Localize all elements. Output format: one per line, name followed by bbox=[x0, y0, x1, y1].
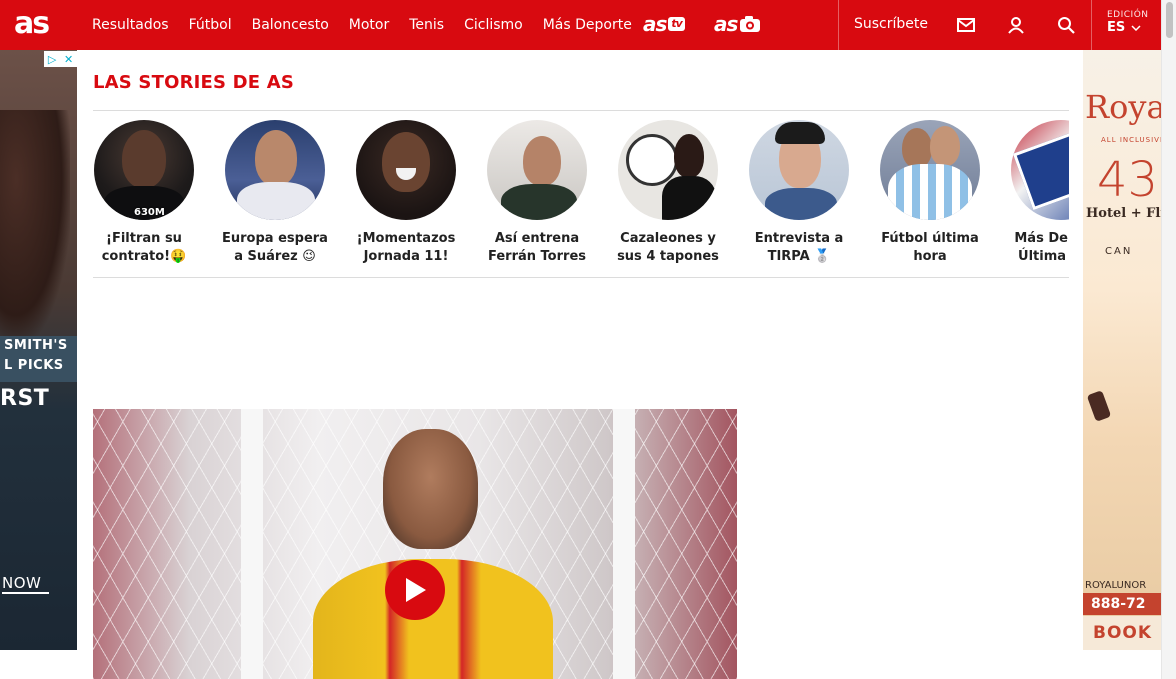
goal-post bbox=[241, 409, 263, 679]
stories-divider-top bbox=[93, 110, 1069, 111]
edition-selector[interactable]: EDICIÓN ES bbox=[1107, 10, 1149, 35]
ad-right-price: 43 bbox=[1097, 152, 1159, 208]
story-avatar bbox=[618, 120, 718, 220]
story-avatar bbox=[487, 120, 587, 220]
as-tv-badge: tv bbox=[668, 17, 685, 31]
story-caption: Cazaleones y sus 4 tapones bbox=[617, 231, 719, 264]
story-item[interactable]: Entrevista a TIRPA 🥈 bbox=[739, 120, 859, 266]
top-header: as Resultados Fútbol Baloncesto Motor Te… bbox=[0, 0, 1161, 50]
ad-right-url: ROYALUNOR bbox=[1085, 580, 1147, 591]
story-item[interactable]: Cazaleones y sus 4 tapones bbox=[608, 120, 728, 266]
story-caption: Entrevista a TIRPA 🥈 bbox=[754, 231, 844, 264]
story-item[interactable]: Más Deporte Última hora bbox=[1001, 120, 1069, 266]
story-avatar bbox=[880, 120, 980, 220]
subscribe-link[interactable]: Suscríbete bbox=[854, 16, 928, 32]
story-item[interactable]: Fútbol última hora bbox=[870, 120, 990, 266]
story-avatar bbox=[356, 120, 456, 220]
search-icon[interactable] bbox=[1054, 13, 1078, 37]
nav-item-mas-deporte[interactable]: Más Deporte bbox=[543, 17, 632, 33]
story-caption: ¡Momentazos Jornada 11! bbox=[356, 231, 456, 264]
nav-item-futbol[interactable]: Fútbol bbox=[189, 17, 232, 33]
ad-choices-button[interactable]: ▷ ✕ bbox=[44, 51, 77, 67]
nav-item-ciclismo[interactable]: Ciclismo bbox=[464, 17, 523, 33]
adchoices-icon: ▷ bbox=[47, 52, 57, 66]
header-divider-2 bbox=[1091, 0, 1092, 50]
ad-left-strip-line1: SMITH'S bbox=[4, 338, 68, 353]
stories-divider-bottom bbox=[93, 277, 1069, 278]
story-avatar: 630M bbox=[94, 120, 194, 220]
video-thumbnail-player bbox=[303, 429, 553, 679]
page-scrollbar[interactable] bbox=[1161, 0, 1176, 679]
right-ad-banner[interactable]: Royal ALL INCLUSIVE 43 Hotel + Fli CAN R… bbox=[1083, 50, 1161, 650]
story-item[interactable]: Europa espera a Suárez 😉 bbox=[215, 120, 335, 266]
main-nav: Resultados Fútbol Baloncesto Motor Tenis… bbox=[92, 0, 632, 50]
ad-person-image bbox=[0, 110, 70, 340]
story-caption: Así entrena Ferrán Torres bbox=[488, 231, 586, 264]
story-caption: Europa espera a Suárez 😉 bbox=[222, 231, 328, 264]
user-icon[interactable] bbox=[1004, 13, 1028, 37]
close-icon[interactable]: ✕ bbox=[64, 53, 73, 66]
ad-left-cta[interactable]: NOW bbox=[2, 574, 50, 594]
story-item[interactable]: ¡Momentazos Jornada 11! bbox=[346, 120, 466, 266]
goal-post bbox=[613, 409, 635, 679]
edition-value: ES bbox=[1107, 20, 1149, 35]
play-icon bbox=[406, 578, 426, 602]
story-avatar bbox=[225, 120, 325, 220]
as-logo[interactable]: as bbox=[14, 8, 50, 40]
nav-item-baloncesto[interactable]: Baloncesto bbox=[252, 17, 329, 33]
as-foto-logo-text: as bbox=[714, 12, 738, 36]
ad-right-sub: ALL INCLUSIVE bbox=[1101, 136, 1161, 144]
as-tv-link[interactable]: as tv bbox=[643, 13, 685, 35]
as-foto-link[interactable]: as bbox=[714, 13, 761, 35]
scrollbar-thumb[interactable] bbox=[1166, 2, 1173, 38]
story-avatar bbox=[1011, 120, 1069, 220]
ad-right-city: CAN bbox=[1105, 246, 1133, 257]
chevron-down-icon bbox=[1131, 24, 1141, 31]
camera-icon bbox=[740, 16, 761, 32]
story-item[interactable]: 630M ¡Filtran su contrato!🤑 bbox=[93, 120, 204, 266]
edition-label: EDICIÓN bbox=[1107, 10, 1149, 20]
story-tag: 630M bbox=[134, 207, 165, 218]
edition-code: ES bbox=[1107, 20, 1126, 35]
ad-right-phone: 888-72 bbox=[1083, 593, 1161, 615]
ad-left-strip: SMITH'S L PICKS bbox=[0, 336, 77, 382]
as-tv-logo-text: as bbox=[643, 12, 667, 36]
stories-title: LAS STORIES DE AS bbox=[93, 72, 295, 93]
story-caption: Fútbol última hora bbox=[881, 231, 979, 264]
mail-icon[interactable] bbox=[954, 13, 978, 37]
story-item[interactable]: Así entrena Ferrán Torres bbox=[477, 120, 597, 266]
story-avatar bbox=[749, 120, 849, 220]
ad-right-brand: Royal bbox=[1085, 88, 1161, 126]
ad-left-headline: RST bbox=[0, 386, 50, 411]
nav-item-resultados[interactable]: Resultados bbox=[92, 17, 169, 33]
story-caption: ¡Filtran su contrato!🤑 bbox=[101, 231, 187, 264]
left-ad-banner[interactable]: SMITH'S L PICKS RST NOW bbox=[0, 50, 77, 650]
stories-carousel: 630M ¡Filtran su contrato!🤑 Europa esper… bbox=[93, 120, 1069, 270]
video-player[interactable] bbox=[93, 409, 737, 679]
ad-left-strip-line2: L PICKS bbox=[4, 358, 64, 373]
header-divider bbox=[838, 0, 839, 50]
ad-right-hotel: Hotel + Fli bbox=[1086, 206, 1161, 221]
nav-item-motor[interactable]: Motor bbox=[349, 17, 389, 33]
nav-item-tenis[interactable]: Tenis bbox=[409, 17, 444, 33]
story-caption: Más Deporte Última hora bbox=[1014, 231, 1069, 264]
ad-right-book-button[interactable]: BOOK bbox=[1083, 616, 1161, 650]
ad-bottle-image bbox=[1086, 390, 1112, 422]
play-button[interactable] bbox=[385, 560, 445, 620]
